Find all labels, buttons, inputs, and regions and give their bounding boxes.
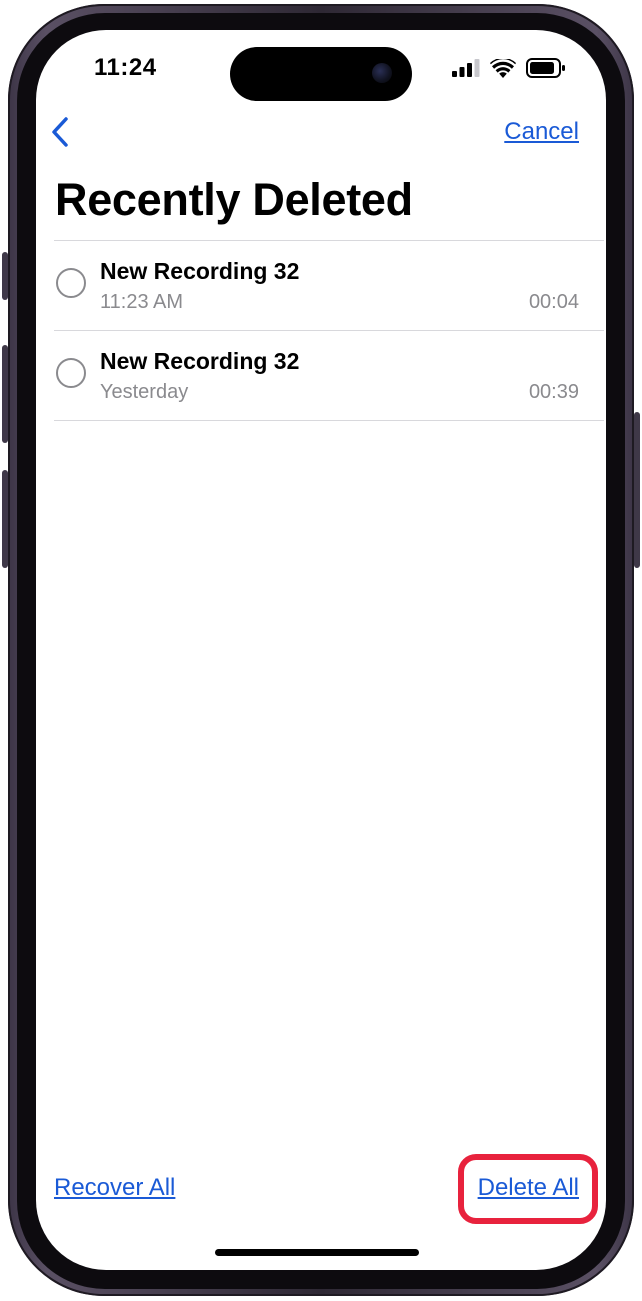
recover-all-button[interactable]: Recover All xyxy=(54,1174,175,1202)
selection-circle-icon[interactable] xyxy=(56,358,86,388)
recording-name: New Recording 32 xyxy=(100,348,300,374)
home-indicator xyxy=(215,1249,419,1256)
recording-duration: 00:39 xyxy=(528,381,579,403)
screen: 11:24 Cancel Recently Deleted New Record… xyxy=(36,30,606,1270)
recording-duration: 00:04 xyxy=(528,291,579,313)
divider xyxy=(54,420,604,421)
status-time: 11:24 xyxy=(94,54,157,81)
status-icons xyxy=(452,58,566,78)
power-button xyxy=(634,412,640,568)
battery-icon xyxy=(526,58,565,78)
volume-down-button xyxy=(2,470,8,568)
action-button xyxy=(2,252,8,300)
delete-all-button[interactable]: Delete All xyxy=(478,1174,579,1202)
page: 11:24 Cancel Recently Deleted New Record… xyxy=(0,0,642,1301)
recording-date: Yesterday xyxy=(100,381,189,403)
volume-up-button xyxy=(2,345,8,443)
list-item[interactable]: New Recording 32 11:23 AM 00:04 xyxy=(36,241,606,330)
chevron-left-icon xyxy=(52,117,68,147)
list-item[interactable]: New Recording 32 Yesterday 00:39 xyxy=(36,331,606,420)
selection-circle-icon[interactable] xyxy=(56,268,86,298)
signal-icon xyxy=(452,59,480,77)
cancel-button[interactable]: Cancel xyxy=(504,118,579,146)
front-camera-icon xyxy=(372,63,392,83)
back-button[interactable] xyxy=(42,112,78,152)
recording-name: New Recording 32 xyxy=(100,258,300,284)
recording-date: 11:23 AM xyxy=(100,291,184,313)
page-title: Recently Deleted xyxy=(55,174,413,225)
wifi-icon xyxy=(490,58,516,78)
dynamic-island xyxy=(230,47,412,101)
